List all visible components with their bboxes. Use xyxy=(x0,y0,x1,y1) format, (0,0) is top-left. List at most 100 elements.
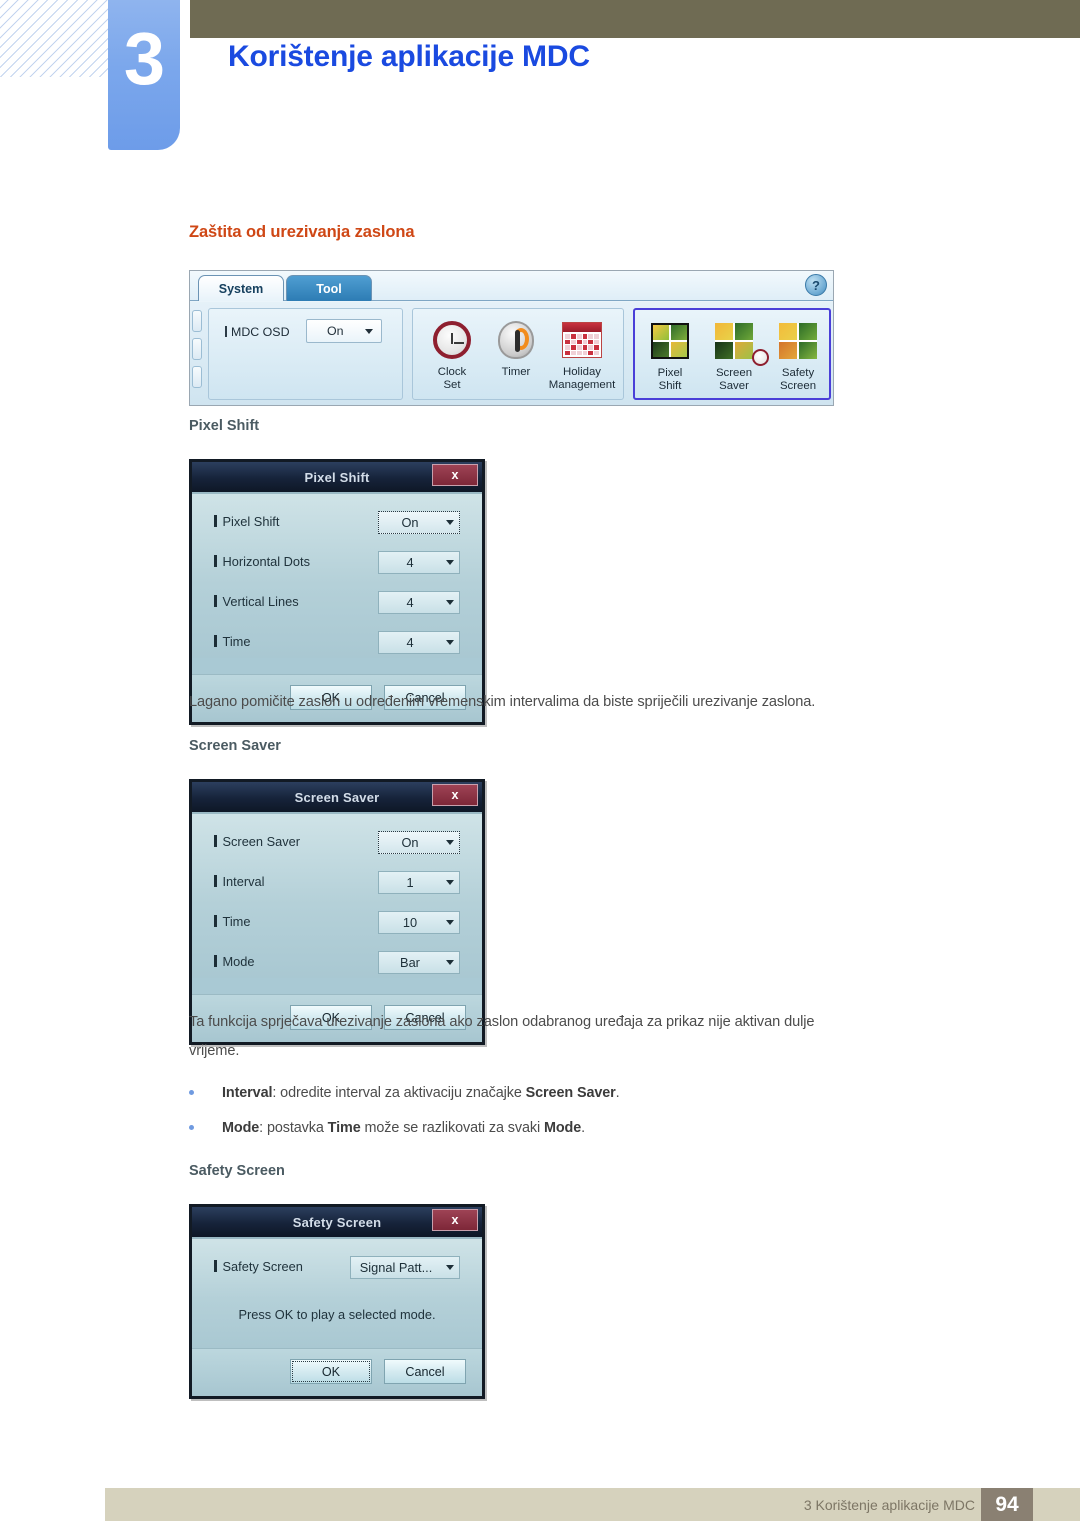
toolbar-tab-row: System Tool ? xyxy=(190,271,833,301)
field-row: Time 4 xyxy=(192,630,482,658)
bullet-dot-icon xyxy=(189,1089,194,1095)
bullet-end: . xyxy=(615,1085,620,1101)
dialog-pixel-shift: Pixel Shift x Pixel Shift On Horizontal … xyxy=(189,459,485,725)
timer-label-1: Timer xyxy=(501,366,531,378)
panel-clock-group: Clock Set Timer Holiday Management xyxy=(412,308,624,400)
chevron-down-icon xyxy=(365,329,373,334)
toolbar-item-screen-saver[interactable]: Screen Saver xyxy=(703,318,769,393)
chapter-number: 3 xyxy=(123,17,165,100)
safety-screen-tiles-icon xyxy=(767,318,829,364)
safety-screen-select[interactable]: Signal Patt... xyxy=(350,1256,460,1279)
field-label-text: Horizontal Dots xyxy=(222,554,310,569)
clock-set-label-2: Set xyxy=(443,379,461,392)
toolbar-item-timer[interactable]: Timer xyxy=(485,317,547,379)
dialog-note: Press OK to play a selected mode. xyxy=(238,1307,436,1322)
field-label-text: Mode xyxy=(222,954,255,969)
dialog-screen-saver: Screen Saver x Screen Saver On Interval … xyxy=(189,779,485,1045)
screen-saver-description-line1: Ta funkcija sprječava urezivanje zaslona… xyxy=(189,1014,815,1030)
bullet-mid: : odredite interval za aktivaciju značaj… xyxy=(272,1085,526,1101)
header-olive-bar xyxy=(190,0,1080,38)
chevron-down-icon xyxy=(446,520,454,525)
close-icon[interactable]: x xyxy=(432,784,478,806)
list-item: Interval: odredite interval za aktivacij… xyxy=(189,1085,620,1101)
horizontal-dots-select[interactable]: 4 xyxy=(378,551,460,574)
page-number: 94 xyxy=(981,1488,1033,1521)
screen-saver-label-2: Saver xyxy=(719,380,749,393)
alarm-clock-icon xyxy=(421,317,483,363)
field-label-text: Screen Saver xyxy=(222,834,301,849)
mdc-osd-select[interactable]: On xyxy=(306,319,382,343)
field-row: Safety Screen Signal Patt... xyxy=(192,1255,482,1283)
mode-select[interactable]: Bar xyxy=(378,951,460,974)
dialog-title-bar: Pixel Shift x xyxy=(192,462,482,492)
holiday-label-2: Management xyxy=(548,379,616,392)
bullet-term2: Screen Saver xyxy=(525,1085,616,1101)
field-label-text: Time xyxy=(222,914,251,929)
field-row: Vertical Lines 4 xyxy=(192,590,482,618)
close-icon[interactable]: x xyxy=(432,1209,478,1231)
chevron-down-icon xyxy=(446,560,454,565)
field-label: Interval xyxy=(214,874,264,889)
safety-screen-label-2: Screen xyxy=(779,380,817,393)
list-item: Mode: postavka Time može se razlikovati … xyxy=(189,1120,585,1136)
sub-heading-pixel-shift: Pixel Shift xyxy=(189,418,260,434)
pixel-shift-select[interactable]: On xyxy=(378,511,460,534)
help-icon[interactable]: ? xyxy=(805,274,827,296)
dialog-title-bar: Safety Screen x xyxy=(192,1207,482,1237)
tab-tool[interactable]: Tool xyxy=(286,275,372,301)
bullet-term3: Mode xyxy=(543,1120,582,1136)
field-row: Mode Bar xyxy=(192,950,482,978)
toolbar-item-holiday-management[interactable]: Holiday Management xyxy=(543,317,621,392)
sub-heading-screen-saver: Screen Saver xyxy=(189,738,281,754)
bullet-end: . xyxy=(581,1120,586,1136)
dialog-safety-screen: Safety Screen x Safety Screen Signal Pat… xyxy=(189,1204,485,1399)
tab-system[interactable]: System xyxy=(198,275,284,301)
mdc-osd-label: MDC OSD xyxy=(225,325,290,339)
dialog-body: Safety Screen Signal Patt... Press OK to… xyxy=(192,1237,482,1348)
close-icon[interactable]: x xyxy=(432,464,478,486)
field-label: Safety Screen xyxy=(214,1259,303,1274)
interval-select[interactable]: 1 xyxy=(378,871,460,894)
clock-set-label-1: Clock xyxy=(437,366,467,378)
panel-mdc-osd: MDC OSD On xyxy=(208,308,403,400)
footer-text: 3 Korištenje aplikacije MDC xyxy=(803,1497,975,1513)
toolbar-body: MDC OSD On Clock Set Timer Holiday Manag… xyxy=(190,302,833,405)
field-row: Horizontal Dots 4 xyxy=(192,550,482,578)
bullet-term: Mode xyxy=(222,1120,260,1136)
field-label: Time xyxy=(214,634,250,649)
cancel-button[interactable]: Cancel xyxy=(384,1359,466,1384)
field-label: Time xyxy=(214,914,250,929)
field-label: Pixel Shift xyxy=(214,514,279,529)
field-row: Screen Saver On xyxy=(192,830,482,858)
pixel-shift-value: On xyxy=(401,515,419,530)
chevron-down-icon xyxy=(446,1265,454,1270)
field-label: Horizontal Dots xyxy=(214,554,310,569)
time-value: 4 xyxy=(406,635,414,650)
ok-button[interactable]: OK xyxy=(290,1359,372,1384)
bullet-mid2: može se razlikovati za svaki xyxy=(360,1120,544,1136)
pixel-shift-label-2: Shift xyxy=(658,380,682,393)
dialog-title-bar: Screen Saver x xyxy=(192,782,482,812)
section-heading: Zaštita od urezivanja zaslona xyxy=(189,223,415,241)
mode-value: Bar xyxy=(400,955,420,970)
bullet-term2: Time xyxy=(327,1120,361,1136)
chevron-down-icon xyxy=(446,960,454,965)
panel-screen-protection-group: Pixel Shift Screen Saver Safety Screen xyxy=(633,308,831,400)
time-value: 10 xyxy=(402,915,418,930)
chevron-down-icon xyxy=(446,840,454,845)
screen-saver-select[interactable]: On xyxy=(378,831,460,854)
time-select[interactable]: 10 xyxy=(378,911,460,934)
pixel-shift-description: Lagano pomičite zaslon u određenim vreme… xyxy=(189,694,816,710)
toolbar-item-clock-set[interactable]: Clock Set xyxy=(421,317,483,392)
interval-value: 1 xyxy=(406,875,414,890)
pixel-shift-label-1: Pixel xyxy=(657,367,683,379)
time-select[interactable]: 4 xyxy=(378,631,460,654)
bullet-dot-icon xyxy=(189,1124,194,1130)
holiday-label-1: Holiday xyxy=(563,366,601,378)
decorative-hatch-pattern xyxy=(0,0,110,77)
vertical-lines-select[interactable]: 4 xyxy=(378,591,460,614)
vertical-lines-value: 4 xyxy=(406,595,414,610)
toolbar-item-safety-screen[interactable]: Safety Screen xyxy=(767,318,829,393)
calendar-icon xyxy=(543,317,621,363)
toolbar-item-pixel-shift[interactable]: Pixel Shift xyxy=(639,318,701,393)
